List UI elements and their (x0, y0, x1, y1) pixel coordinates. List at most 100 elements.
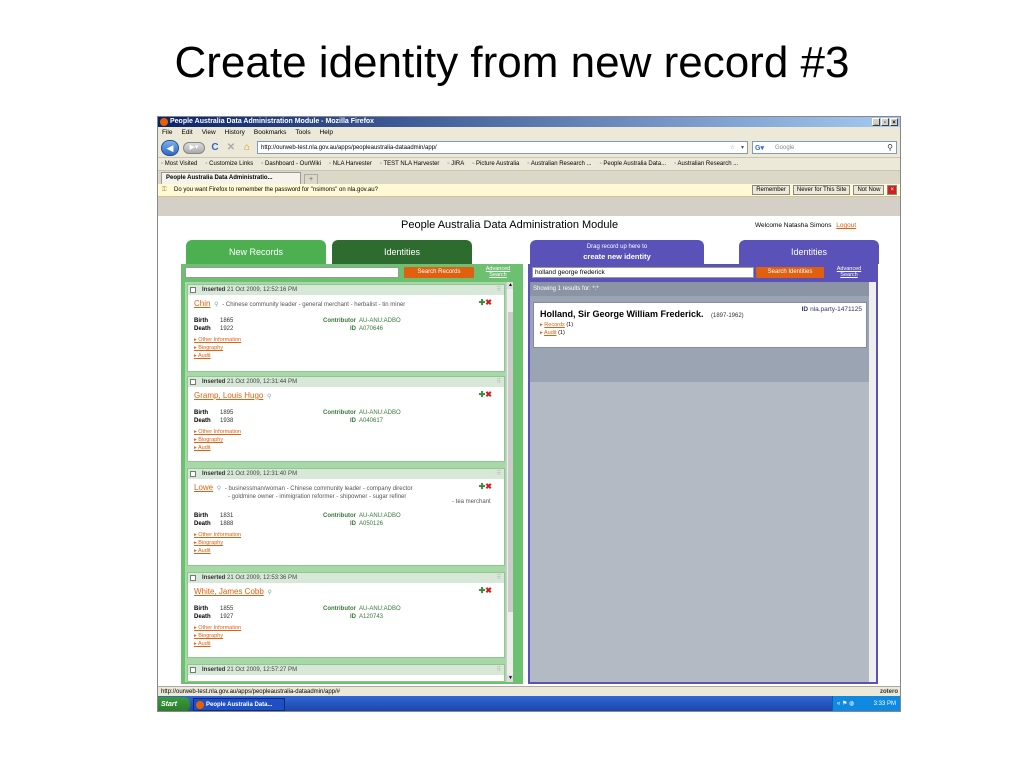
bookmark-item[interactable]: Picture Australia (472, 158, 519, 170)
identity-audit-link[interactable]: Audit (544, 330, 557, 336)
tab-new-records[interactable]: New Records (186, 240, 326, 264)
records-advanced-search-link[interactable]: Advanced Search (481, 266, 515, 278)
delete-icon[interactable]: ✖ (485, 482, 492, 491)
other-info-link[interactable]: Other Information (194, 336, 241, 344)
bookmark-item[interactable]: Customize Links (205, 158, 253, 170)
identities-scrollbar[interactable] (869, 282, 876, 682)
google-icon[interactable]: G▾ (755, 143, 764, 155)
menu-file[interactable]: File (162, 127, 172, 138)
welcome-area: Welcome Natasha Simons Logout (755, 222, 856, 229)
identity-records-link[interactable]: Records (544, 322, 564, 328)
bookmark-item[interactable]: Australian Research ... (674, 158, 739, 170)
drag-handle-icon[interactable]: ⠿ (497, 285, 501, 295)
bookmark-item[interactable]: People Australia Data... (600, 158, 666, 170)
start-button[interactable]: Start (158, 697, 190, 711)
biography-link[interactable]: Biography (194, 632, 241, 640)
bookmark-item[interactable]: JIRA (447, 158, 464, 170)
delete-icon[interactable]: ✖ (485, 586, 492, 595)
search-icon[interactable]: ⚲ (267, 590, 271, 596)
identities-advanced-search-link[interactable]: Advanced Search (832, 266, 866, 278)
search-icon[interactable]: ⚲ (217, 486, 221, 492)
record-checkbox[interactable] (190, 287, 196, 293)
scroll-up-icon[interactable]: ▲ (507, 282, 513, 289)
audit-link[interactable]: Audit (194, 547, 241, 555)
other-info-link[interactable]: Other Information (194, 428, 241, 436)
tab-identities-right[interactable]: Identities (739, 240, 879, 264)
record-card[interactable]: Inserted 21 Oct 2009, 12:57:27 PM ⠿ (187, 664, 505, 682)
bookmark-item[interactable]: Australian Research ... (527, 158, 592, 170)
menu-bookmarks[interactable]: Bookmarks (254, 127, 287, 138)
search-icon[interactable]: ⚲ (887, 142, 893, 154)
delete-icon[interactable]: ✖ (485, 298, 492, 307)
bookmark-item[interactable]: NLA Harvester (329, 158, 372, 170)
record-checkbox[interactable] (190, 575, 196, 581)
record-card[interactable]: Inserted 21 Oct 2009, 12:31:44 PM ⠿ Gram… (187, 376, 505, 462)
search-bar[interactable]: G▾ Google ⚲ (752, 141, 897, 154)
other-info-link[interactable]: Other Information (194, 624, 241, 632)
home-icon[interactable]: ⌂ (241, 142, 253, 154)
audit-link[interactable]: Audit (194, 640, 241, 648)
record-card[interactable]: Inserted 21 Oct 2009, 12:52:16 PM ⠿ Chin… (187, 284, 505, 372)
identities-search-input[interactable]: holland george frederick (532, 267, 754, 278)
delete-icon[interactable]: ✖ (485, 390, 492, 399)
record-checkbox[interactable] (190, 471, 196, 477)
biography-link[interactable]: Biography (194, 344, 241, 352)
tab-identities-left[interactable]: Identities (332, 240, 472, 264)
drag-handle-icon[interactable]: ⠿ (497, 469, 501, 479)
menu-tools[interactable]: Tools (295, 127, 310, 138)
audit-link[interactable]: Audit (194, 352, 241, 360)
logout-link[interactable]: Logout (836, 222, 856, 229)
biography-link[interactable]: Biography (194, 436, 241, 444)
taskbar-firefox-item[interactable]: People Australia Data... (193, 698, 285, 711)
stop-icon[interactable]: ✕ (225, 142, 237, 154)
drag-handle-icon[interactable]: ⠿ (497, 665, 501, 675)
back-button[interactable]: ◀ (161, 139, 179, 156)
menu-view[interactable]: View (202, 127, 216, 138)
record-checkbox[interactable] (190, 379, 196, 385)
other-info-link[interactable]: Other Information (194, 531, 241, 539)
search-records-button[interactable]: Search Records (404, 267, 474, 278)
bookmark-star-icon[interactable]: ☆ (730, 142, 735, 154)
identity-dates: (1897-1962) (710, 313, 744, 319)
forward-button[interactable]: ▶▾ (183, 141, 205, 154)
records-scrollbar[interactable]: ▲ ▼ (506, 282, 513, 682)
record-name[interactable]: Lowe (194, 483, 213, 492)
menu-help[interactable]: Help (320, 127, 333, 138)
reload-icon[interactable]: C (209, 142, 221, 154)
not-now-button[interactable]: Not Now (853, 185, 885, 195)
close-button[interactable]: × (890, 118, 898, 126)
record-name[interactable]: White, James Cobb (194, 587, 264, 596)
url-dropdown-icon[interactable]: ▾ (741, 142, 744, 154)
bookmark-item[interactable]: Most Visited (161, 158, 198, 170)
new-tab-button[interactable]: + (304, 174, 318, 184)
close-notification-icon[interactable]: × (887, 185, 897, 195)
bookmark-item[interactable]: TEST NLA Harvester (380, 158, 440, 170)
search-icon[interactable]: ⚲ (214, 302, 218, 308)
remember-button[interactable]: Remember (752, 185, 790, 195)
maximize-button[interactable]: ▫ (881, 118, 889, 126)
never-button[interactable]: Never for This Site (792, 185, 851, 195)
record-card[interactable]: Inserted 21 Oct 2009, 12:31:40 PM ⠿ Lowe… (187, 468, 505, 566)
browser-tab-active[interactable]: People Australia Data Administratio... (161, 172, 301, 184)
scroll-thumb[interactable] (508, 312, 513, 612)
record-card[interactable]: Inserted 21 Oct 2009, 12:53:36 PM ⠿ Whit… (187, 572, 505, 658)
scroll-down-icon[interactable]: ▼ (507, 675, 513, 682)
drag-handle-icon[interactable]: ⠿ (497, 573, 501, 583)
search-identities-button[interactable]: Search Identities (756, 267, 824, 278)
records-search-input[interactable] (185, 267, 399, 278)
record-name[interactable]: Gramp, Louis Hugo (194, 391, 263, 400)
create-identity-dropzone[interactable]: Drag record up here to create new identi… (530, 240, 704, 264)
biography-link[interactable]: Biography (194, 539, 241, 547)
minimize-button[interactable]: _ (872, 118, 880, 126)
search-icon[interactable]: ⚲ (267, 394, 271, 400)
drag-handle-icon[interactable]: ⠿ (497, 377, 501, 387)
identity-card[interactable]: ID nla.party-1471125 Holland, Sir George … (533, 302, 867, 348)
record-checkbox[interactable] (190, 667, 196, 673)
record-links: Other Information Biography Audit (194, 336, 241, 360)
url-bar[interactable]: http://ourweb-test.nla.gov.au/apps/peopl… (257, 141, 748, 154)
menu-history[interactable]: History (225, 127, 245, 138)
record-name[interactable]: Chin (194, 299, 210, 308)
audit-link[interactable]: Audit (194, 444, 241, 452)
menu-edit[interactable]: Edit (181, 127, 192, 138)
bookmark-item[interactable]: Dashboard - OurWiki (261, 158, 321, 170)
